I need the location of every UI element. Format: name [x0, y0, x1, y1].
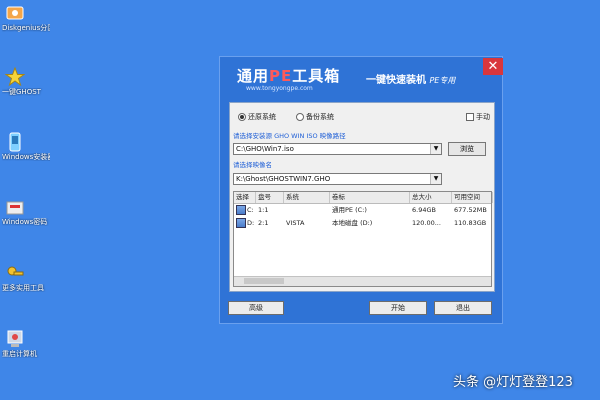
star-icon [4, 66, 26, 88]
desktop-icon-label: Windows密码 [2, 218, 48, 226]
desktop-icon-ghost[interactable]: 一键GHOST [0, 66, 56, 96]
chevron-down-icon[interactable]: ▼ [430, 174, 441, 184]
radio-backup-label: 备份系统 [306, 113, 334, 121]
partition-table: 选择 盘号 系统 卷标 总大小 可用空间 C: 1:1 通用PE (C:) 6.… [233, 191, 493, 287]
restart-icon [4, 328, 26, 350]
desktop-icon-password[interactable]: Windows密码 [0, 196, 56, 226]
row-num: 2:1 [258, 219, 269, 227]
watermark: 头条 @灯灯登登123 [453, 375, 573, 390]
radio-backup-dot [296, 113, 304, 121]
desktop-icon-label: 更多实用工具 [2, 284, 44, 292]
exit-button[interactable]: 退出 [434, 301, 492, 315]
row-num: 1:1 [258, 206, 269, 214]
horizontal-scrollbar[interactable] [234, 276, 491, 286]
row-size: 6.94GB [412, 206, 436, 214]
slogan-main: 一键快速装机 [366, 75, 426, 86]
radio-restore-dot [238, 113, 246, 121]
password-icon [4, 196, 26, 218]
row-free: 677.52MB [454, 206, 487, 214]
disk-icon [236, 218, 246, 228]
table-row[interactable]: C: 1:1 通用PE (C:) 6.94GB 677.52MB [234, 205, 491, 217]
desktop-icon-restart[interactable]: 重启计算机 [0, 328, 56, 358]
scrollbar-thumb[interactable] [244, 278, 284, 284]
desktop-icon-tools[interactable]: 更多实用工具 [0, 262, 56, 292]
manual-check-box [466, 113, 474, 121]
start-button[interactable]: 开始 [369, 301, 427, 315]
close-icon: ✕ [487, 59, 499, 74]
col-header: 系统 [284, 192, 330, 203]
image-file-hint: 请选择映像名 [233, 161, 272, 169]
image-path-select[interactable]: C:\GHO\Win7.iso ▼ [233, 143, 442, 155]
row-drive: D: [236, 218, 256, 229]
row-free: 110.83GB [454, 219, 487, 227]
desktop-icon-label: Windows安装器 [2, 153, 50, 161]
slogan-sub: PE专用 [429, 76, 456, 85]
brand-title-part: 工具箱 [292, 67, 341, 85]
brand-title-pe: PE [269, 67, 293, 85]
radio-restore[interactable]: 还原系统 [238, 112, 276, 122]
radio-restore-label: 还原系统 [248, 113, 276, 121]
col-header: 卷标 [330, 192, 410, 203]
desktop-icon-label: 重启计算机 [2, 350, 37, 358]
image-path-value: C:\GHO\Win7.iso [236, 145, 294, 153]
image-path-hint: 请选择安装源 GHO WIN ISO 映像路径 [233, 132, 346, 140]
col-header: 总大小 [410, 192, 452, 203]
col-header: 选择 [234, 192, 256, 203]
disk-tool-icon [4, 2, 26, 24]
brand-title-part: 通用 [237, 67, 270, 85]
desktop-icon-diskgenius[interactable]: Diskgenius分区工具 [0, 2, 56, 32]
key-icon [4, 262, 26, 284]
pe-toolbox-dialog: 通用PE工具箱 www.tongyongpe.com 一键快速装机 PE专用 ✕… [219, 56, 503, 324]
manual-checkbox[interactable]: 手动 [466, 112, 490, 122]
col-header: 盘号 [256, 192, 284, 203]
brand-title: 通用PE工具箱 [237, 65, 340, 86]
row-size: 120.00... [412, 219, 441, 227]
main-panel: 还原系统 备份系统 手动 请选择安装源 GHO WIN ISO 映像路径 C:\… [229, 102, 495, 292]
chevron-down-icon[interactable]: ▼ [430, 144, 441, 154]
desktop-icon-label: Diskgenius分区工具 [2, 24, 50, 32]
desktop-icon-installer[interactable]: Windows安装器 [0, 131, 56, 161]
desktop-icon-column: Diskgenius分区工具 一键GHOST Windows安装器 Window… [0, 0, 60, 400]
browse-button[interactable]: 浏览 [448, 142, 486, 156]
col-header: 可用空间 [452, 192, 493, 203]
installer-icon [4, 131, 26, 153]
table-header: 选择 盘号 系统 卷标 总大小 可用空间 [234, 192, 493, 204]
row-drive-label: C: [247, 206, 254, 214]
row-drive-label: D: [247, 219, 255, 227]
dialog-header: 通用PE工具箱 www.tongyongpe.com 一键快速装机 PE专用 ✕ [220, 57, 503, 99]
row-drive: C: [236, 205, 256, 216]
row-label: 通用PE (C:) [332, 206, 367, 214]
disk-icon [236, 205, 246, 215]
desktop-icon-label: 一键GHOST [2, 88, 41, 96]
brand-url: www.tongyongpe.com [246, 85, 313, 92]
manual-check-label: 手动 [476, 113, 490, 121]
row-sys: VISTA [286, 219, 305, 227]
advanced-button[interactable]: 高级 [228, 301, 284, 315]
table-row[interactable]: D: 2:1 VISTA 本地磁盘 (D:) 120.00... 110.83G… [234, 218, 491, 230]
image-file-select[interactable]: K:\Ghost\GHOSTWIN7.GHO ▼ [233, 173, 442, 185]
row-label: 本地磁盘 (D:) [332, 219, 373, 227]
close-button[interactable]: ✕ [483, 58, 503, 75]
image-file-value: K:\Ghost\GHOSTWIN7.GHO [236, 175, 331, 183]
slogan: 一键快速装机 PE专用 [366, 71, 455, 86]
radio-backup[interactable]: 备份系统 [296, 112, 334, 122]
